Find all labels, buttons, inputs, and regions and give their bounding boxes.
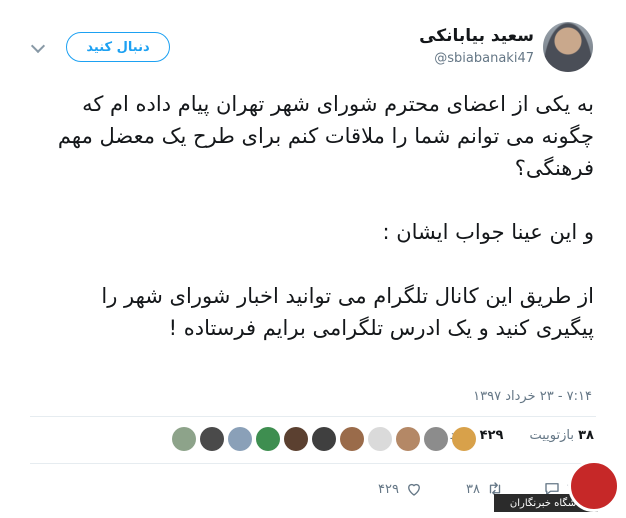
liker-avatar[interactable] <box>396 427 420 451</box>
liker-avatar[interactable] <box>340 427 364 451</box>
tweet-timestamp[interactable]: ۷:۱۴ - ۲۳ خرداد ۱۳۹۷ <box>473 389 592 404</box>
liker-avatar[interactable] <box>256 427 280 451</box>
liker-avatar[interactable] <box>368 427 392 451</box>
chevron-down-icon[interactable] <box>30 38 46 54</box>
display-name[interactable]: سعید بیابانکی <box>419 26 534 46</box>
retweet-action-count: ۳۸ <box>466 481 480 497</box>
divider <box>30 416 596 417</box>
like-button[interactable]: ۴۲۹ <box>378 480 423 498</box>
watermark-emblem <box>568 460 620 512</box>
liker-avatar[interactable] <box>452 427 476 451</box>
tweet-card: سعید بیابانکی @sbiabanaki47 دنبال کنید ب… <box>0 0 626 518</box>
watermark-logo: باشگاه خبرنگاران <box>494 460 626 518</box>
liker-avatar[interactable] <box>200 427 224 451</box>
liker-avatars <box>172 427 476 451</box>
liker-avatar[interactable] <box>284 427 308 451</box>
like-action-count: ۴۲۹ <box>378 481 399 497</box>
liker-avatar[interactable] <box>424 427 448 451</box>
tweet-text: به یکی از اعضای محترم شورای شهر تهران پی… <box>57 92 594 340</box>
liker-avatar[interactable] <box>312 427 336 451</box>
heart-icon <box>408 483 420 496</box>
avatar[interactable] <box>543 22 593 72</box>
user-handle[interactable]: @sbiabanaki47 <box>434 51 534 66</box>
retweet-stat[interactable]: ۳۸ بازتوییت <box>529 428 594 443</box>
liker-avatar[interactable] <box>172 427 196 451</box>
retweet-label: بازتوییت <box>529 428 574 443</box>
follow-button[interactable]: دنبال کنید <box>66 32 170 62</box>
liker-avatar[interactable] <box>228 427 252 451</box>
retweet-count: ۳۸ <box>578 428 594 443</box>
like-count: ۴۲۹ <box>479 428 504 443</box>
